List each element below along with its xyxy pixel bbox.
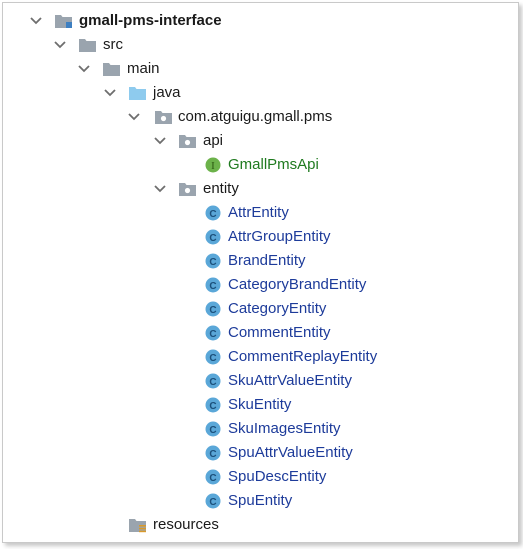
chevron-down-icon[interactable]	[103, 86, 117, 100]
interface-icon: I	[205, 157, 223, 173]
package-icon	[179, 133, 197, 149]
tree-node-class[interactable]: C AttrGroupEntity	[3, 225, 518, 249]
source-folder-icon	[129, 85, 147, 101]
tree-node-label: CategoryBrandEntity	[228, 276, 367, 293]
tree-node-label: SkuEntity	[228, 396, 292, 413]
package-icon	[155, 109, 173, 125]
svg-text:C: C	[209, 473, 216, 484]
class-icon: C	[205, 205, 223, 221]
tree-node-label: src	[103, 36, 123, 53]
tree-node-java[interactable]: java	[3, 81, 518, 105]
svg-text:C: C	[209, 449, 216, 460]
class-icon: C	[205, 469, 223, 485]
tree-node-label: gmall-pms-interface	[79, 12, 222, 29]
tree-node-class[interactable]: C SkuImagesEntity	[3, 417, 518, 441]
class-icon: C	[205, 253, 223, 269]
tree-node-label: api	[203, 132, 224, 149]
class-icon: C	[205, 277, 223, 293]
svg-text:C: C	[209, 257, 216, 268]
class-icon: C	[205, 397, 223, 413]
tree-node-class[interactable]: C SkuAttrValueEntity	[3, 369, 518, 393]
folder-icon	[79, 37, 97, 53]
tree-node-label: main	[127, 60, 160, 77]
chevron-down-icon[interactable]	[29, 14, 43, 28]
tree-node-class[interactable]: C SkuEntity	[3, 393, 518, 417]
svg-text:C: C	[209, 329, 216, 340]
tree-node-class[interactable]: C CommentEntity	[3, 321, 518, 345]
svg-text:C: C	[209, 233, 216, 244]
svg-text:C: C	[209, 353, 216, 364]
svg-text:C: C	[209, 497, 216, 508]
class-icon: C	[205, 493, 223, 509]
tree-node-label: CommentReplayEntity	[228, 348, 378, 365]
svg-text:C: C	[209, 425, 216, 436]
tree-node-class[interactable]: C SpuEntity	[3, 489, 518, 513]
svg-text:C: C	[209, 305, 216, 316]
folder-icon	[103, 61, 121, 77]
tree-node-label: SkuImagesEntity	[228, 420, 341, 437]
tree-node-label: CommentEntity	[228, 324, 331, 341]
tree-node-label: SkuAttrValueEntity	[228, 372, 352, 389]
tree-node-main[interactable]: main	[3, 57, 518, 81]
tree-node-label: GmallPmsApi	[228, 156, 319, 173]
class-icon: C	[205, 349, 223, 365]
tree-node-entity[interactable]: entity	[3, 177, 518, 201]
tree-node-package[interactable]: com.atguigu.gmall.pms	[3, 105, 518, 129]
tree-node-label: CategoryEntity	[228, 300, 327, 317]
tree-node-class[interactable]: C BrandEntity	[3, 249, 518, 273]
chevron-down-icon[interactable]	[153, 134, 167, 148]
chevron-down-icon[interactable]	[53, 38, 67, 52]
tree-node-label: java	[153, 84, 181, 101]
tree-node-resources[interactable]: resources	[3, 513, 518, 537]
class-icon: C	[205, 373, 223, 389]
tree-node-label: AttrGroupEntity	[228, 228, 331, 245]
chevron-down-icon[interactable]	[77, 62, 91, 76]
tree-node-label: AttrEntity	[228, 204, 289, 221]
tree-node-interface[interactable]: I GmallPmsApi	[3, 153, 518, 177]
chevron-down-icon[interactable]	[153, 182, 167, 196]
svg-text:C: C	[209, 209, 216, 220]
module-folder-icon	[55, 13, 73, 29]
class-icon: C	[205, 325, 223, 341]
class-icon: C	[205, 445, 223, 461]
tree-node-label: com.atguigu.gmall.pms	[178, 108, 333, 125]
class-icon: C	[205, 421, 223, 437]
svg-text:C: C	[209, 281, 216, 292]
tree-node-label: BrandEntity	[228, 252, 306, 269]
tree-node-class[interactable]: C SpuAttrValueEntity	[3, 441, 518, 465]
tree-node-class[interactable]: C CategoryBrandEntity	[3, 273, 518, 297]
svg-text:I: I	[211, 160, 215, 172]
package-icon	[179, 181, 197, 197]
tree-node-class[interactable]: C SpuDescEntity	[3, 465, 518, 489]
tree-node-module[interactable]: gmall-pms-interface	[3, 9, 518, 33]
tree-node-src[interactable]: src	[3, 33, 518, 57]
tree-node-label: resources	[153, 516, 219, 533]
class-icon: C	[205, 301, 223, 317]
tree-node-class[interactable]: C AttrEntity	[3, 201, 518, 225]
resources-folder-icon	[129, 517, 147, 533]
chevron-down-icon[interactable]	[127, 110, 141, 124]
svg-text:C: C	[209, 401, 216, 412]
svg-text:C: C	[209, 377, 216, 388]
tree-node-class[interactable]: C CommentReplayEntity	[3, 345, 518, 369]
tree-node-label: SpuEntity	[228, 492, 293, 509]
tree-node-api[interactable]: api	[3, 129, 518, 153]
tree-node-label: entity	[203, 180, 239, 197]
class-icon: C	[205, 229, 223, 245]
tree-node-label: SpuAttrValueEntity	[228, 444, 353, 461]
project-tree-panel: gmall-pms-interface src main java com.at…	[2, 2, 519, 543]
tree-node-label: SpuDescEntity	[228, 468, 327, 485]
tree-node-class[interactable]: C CategoryEntity	[3, 297, 518, 321]
